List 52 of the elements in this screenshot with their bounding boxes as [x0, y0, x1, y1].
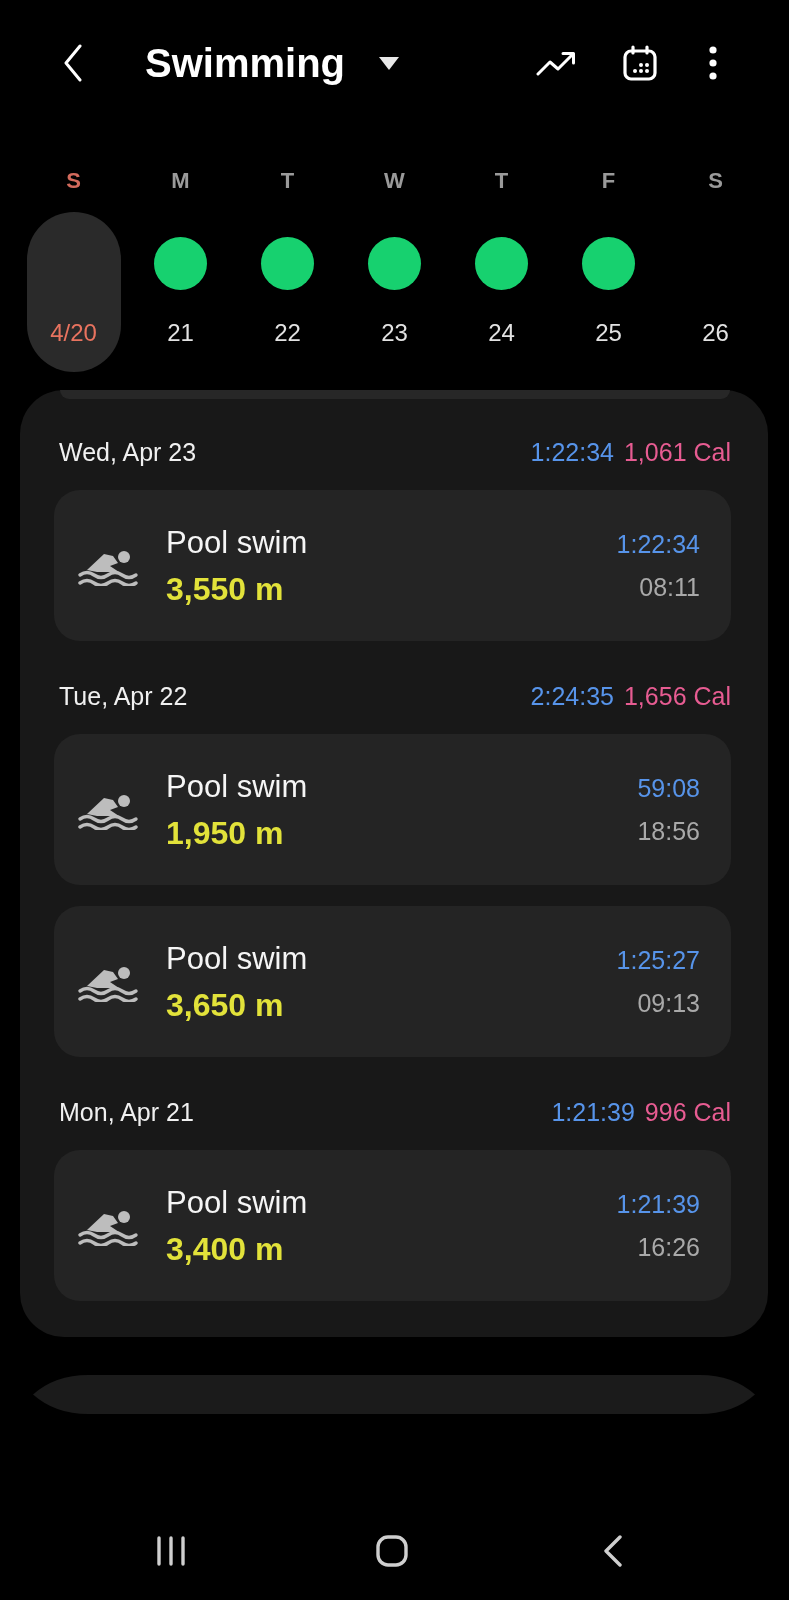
back-icon	[63, 44, 83, 82]
calendar-icon	[623, 45, 657, 81]
back-icon	[604, 1535, 622, 1567]
weekday-label: M	[171, 167, 190, 195]
weekday-label: F	[601, 167, 616, 195]
day-total-time: 1:21:39	[551, 1097, 635, 1127]
workout-name: Pool swim	[166, 767, 308, 806]
workout-duration: 1:22:34	[616, 528, 700, 560]
workout-start-time: 09:13	[637, 987, 700, 1019]
workout-name: Pool swim	[166, 1183, 308, 1222]
workout-distance: 1,950 m	[166, 813, 285, 853]
day-cell[interactable]: 25	[561, 212, 656, 372]
dropdown-triangle-icon	[379, 56, 400, 70]
day-date: Mon, Apr 21	[59, 1097, 194, 1127]
workout-name: Pool swim	[166, 523, 308, 562]
workout-duration: 59:08	[637, 772, 700, 804]
workout-card[interactable]: Pool swim 1,950 m 59:08 18:56	[54, 734, 731, 885]
recent-apps-icon	[156, 1535, 186, 1567]
sport-dropdown[interactable]: Swimming	[145, 40, 400, 86]
home-icon	[376, 1535, 408, 1567]
weekday-label: T	[494, 167, 509, 195]
weekday-label: S	[708, 167, 723, 195]
day-calories: 1,656 Cal	[623, 681, 731, 711]
day-cell[interactable]: 4/20	[26, 212, 121, 372]
day-total-time: 2:24:35	[530, 681, 614, 711]
weekday-label: T	[280, 167, 295, 195]
day-total-time: 1:22:34	[530, 437, 614, 467]
more-vertical-icon	[709, 46, 717, 80]
workout-distance: 3,400 m	[166, 1229, 285, 1269]
workout-start-time: 08:11	[639, 571, 700, 603]
day-date: Wed, Apr 23	[59, 437, 197, 467]
day-calories: 1,061 Cal	[623, 437, 731, 467]
workout-distance: 3,550 m	[166, 569, 285, 609]
day-calories: 996 Cal	[644, 1097, 731, 1127]
workout-start-time: 18:56	[637, 815, 700, 847]
workout-card[interactable]: Pool swim 3,550 m 1:22:34 08:11	[54, 490, 731, 641]
day-date: Tue, Apr 22	[59, 681, 188, 711]
workout-start-time: 16:26	[637, 1231, 700, 1263]
day-cell[interactable]: 24	[454, 212, 549, 372]
workout-name: Pool swim	[166, 939, 308, 978]
day-cell[interactable]: 26	[668, 212, 763, 372]
workout-distance: 3,650 m	[166, 985, 285, 1025]
workout-duration: 1:25:27	[616, 944, 700, 976]
workout-duration: 1:21:39	[616, 1188, 700, 1220]
weekday-label: W	[384, 167, 405, 195]
weekday-label: S	[66, 167, 81, 195]
workout-card[interactable]: Pool swim 3,650 m 1:25:27 09:13	[54, 906, 731, 1057]
day-cell[interactable]: 23	[347, 212, 442, 372]
trend-icon	[536, 50, 576, 76]
workout-card[interactable]: Pool swim 3,400 m 1:21:39 16:26	[54, 1150, 731, 1301]
day-cell[interactable]: 21	[133, 212, 228, 372]
day-cell[interactable]: 22	[240, 212, 335, 372]
